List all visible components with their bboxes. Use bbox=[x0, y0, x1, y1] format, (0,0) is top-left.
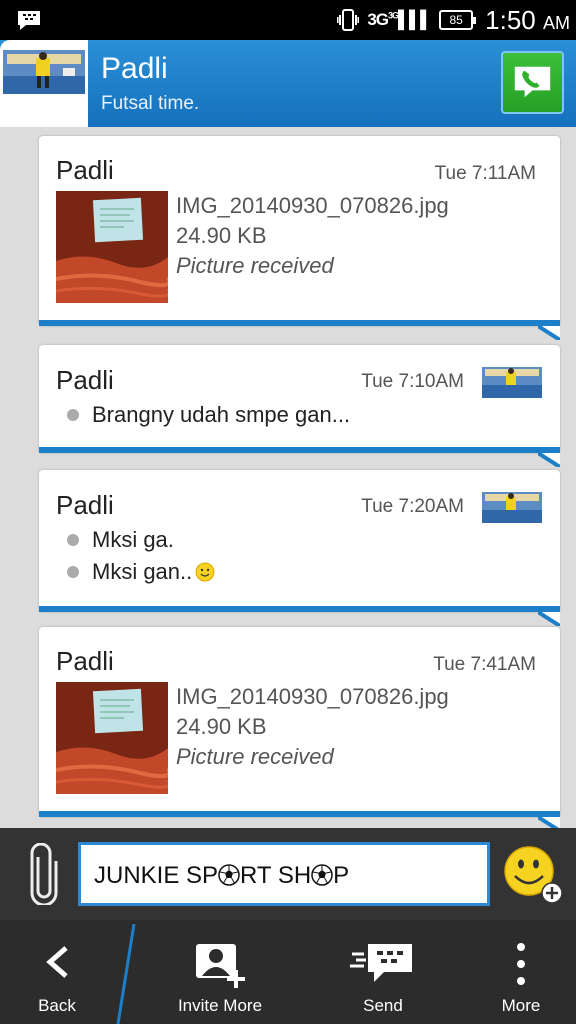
file-size: 24.90 KB bbox=[176, 714, 267, 739]
message-sender: Padli bbox=[56, 490, 114, 520]
message-time: Tue 7:10AM bbox=[361, 371, 464, 392]
contact-avatar-frame[interactable] bbox=[0, 40, 88, 127]
message-input[interactable]: JUNKIE SP RT SH P bbox=[78, 842, 490, 906]
bubble-tail bbox=[538, 817, 560, 828]
vibrate-icon bbox=[337, 9, 360, 31]
bullet-icon bbox=[67, 566, 79, 578]
message-list[interactable]: Padli Tue 7:11AM IMG_20140930_070826.jpg… bbox=[0, 127, 576, 828]
add-contact-icon bbox=[196, 944, 245, 988]
file-name: IMG_20140930_070826.jpg bbox=[176, 684, 449, 709]
message-bubble[interactable]: Padli Tue 7:11AM IMG_20140930_070826.jpg… bbox=[39, 136, 560, 340]
message-line: Mksi ga. bbox=[67, 527, 174, 553]
file-info: IMG_20140930_070826.jpg 24.90 KB Picture… bbox=[176, 191, 449, 281]
nav-divider bbox=[116, 924, 136, 1024]
file-name: IMG_20140930_070826.jpg bbox=[176, 193, 449, 218]
message-sender: Padli bbox=[56, 646, 114, 676]
message-time: Tue 7:11AM bbox=[434, 163, 536, 184]
smiley-add-icon[interactable] bbox=[503, 845, 563, 905]
message-time: Tue 7:41AM bbox=[433, 654, 536, 675]
send-button[interactable]: Send bbox=[333, 920, 433, 1024]
bubble-tail bbox=[538, 612, 560, 626]
invite-more-label: Invite More bbox=[177, 996, 263, 1015]
phone-icon bbox=[514, 66, 551, 98]
contact-name: Padli bbox=[101, 52, 168, 85]
invite-more-button[interactable]: Invite More bbox=[160, 920, 280, 1024]
image-thumbnail[interactable] bbox=[56, 682, 168, 794]
bubble-tail bbox=[538, 453, 560, 467]
send-label: Send bbox=[363, 996, 403, 1015]
soccer-ball-icon bbox=[218, 864, 240, 886]
message-bubble[interactable]: Padli Tue 7:10AM Brangny udah smpe gan..… bbox=[39, 345, 560, 467]
message-line: Mksi gan.. bbox=[67, 559, 215, 585]
sender-avatar bbox=[482, 492, 542, 523]
bbm-icon bbox=[18, 11, 40, 30]
more-label: More bbox=[501, 996, 541, 1015]
chat-header: Padli Futsal time. bbox=[0, 40, 576, 127]
bullet-icon bbox=[67, 534, 79, 546]
back-label: Back bbox=[38, 996, 76, 1015]
contact-status: Futsal time. bbox=[101, 93, 200, 114]
message-sender: Padli bbox=[56, 155, 114, 185]
sender-avatar bbox=[482, 367, 542, 398]
file-status: Picture received bbox=[176, 744, 334, 769]
file-status: Picture received bbox=[176, 253, 334, 278]
signal-icon: 3G3G▌▌▌ bbox=[367, 10, 432, 29]
bbm-send-icon bbox=[350, 944, 412, 982]
paperclip-icon[interactable] bbox=[28, 843, 60, 905]
message-line: Brangny udah smpe gan... bbox=[67, 402, 350, 428]
clock: 1:50 AM bbox=[485, 4, 570, 35]
bubble-tail bbox=[538, 326, 560, 340]
bullet-icon bbox=[67, 409, 79, 421]
image-thumbnail[interactable] bbox=[56, 191, 168, 303]
more-button[interactable]: More bbox=[476, 920, 566, 1024]
contact-avatar bbox=[3, 50, 85, 94]
file-info: IMG_20140930_070826.jpg 24.90 KB Picture… bbox=[176, 682, 449, 772]
back-button[interactable]: Back bbox=[0, 920, 114, 1024]
smiley-emoticon-icon bbox=[195, 562, 215, 582]
message-composer: JUNKIE SP RT SH P bbox=[0, 828, 576, 920]
status-bar: 3G3G▌▌▌ 85 1:50 AM bbox=[0, 0, 576, 40]
message-sender: Padli bbox=[56, 365, 114, 395]
file-size: 24.90 KB bbox=[176, 223, 267, 248]
chevron-left-icon bbox=[46, 946, 68, 978]
action-bar: Back Invite More Send More bbox=[0, 920, 576, 1024]
message-time: Tue 7:20AM bbox=[361, 496, 464, 517]
message-bubble[interactable]: Padli Tue 7:41AM IMG_20140930_070826.jpg… bbox=[39, 627, 560, 828]
message-bubble[interactable]: Padli Tue 7:20AM Mksi ga. Mksi gan.. bbox=[39, 470, 560, 626]
call-button[interactable] bbox=[501, 51, 564, 114]
battery-icon: 85 bbox=[439, 10, 477, 30]
overflow-menu-icon bbox=[517, 943, 525, 985]
soccer-ball-icon bbox=[311, 864, 333, 886]
